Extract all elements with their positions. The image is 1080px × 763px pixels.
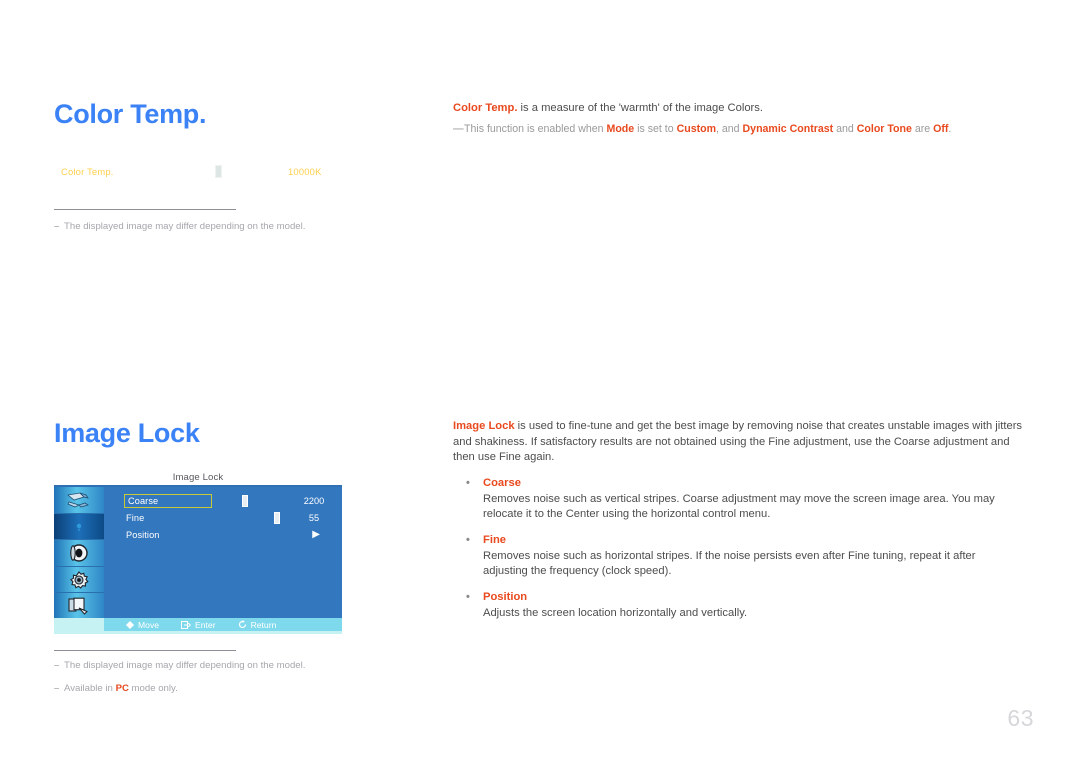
ghost-osd-value: 10000K: [288, 166, 322, 177]
bullet-dot-icon: •: [466, 476, 470, 489]
osd-status-return[interactable]: Return: [238, 619, 277, 630]
chevron-right-icon: ▶: [312, 529, 320, 540]
footnote-dash: –: [54, 660, 60, 671]
footnote-divider-color-temp: [54, 209, 236, 210]
manual-page: Color Temp. Color Temp. 10000K – The disp…: [0, 0, 1080, 763]
bullet-dot-icon: •: [466, 590, 470, 603]
page-number: 63: [1007, 705, 1034, 731]
image-lock-description: Image Lock is used to fine-tune and get …: [453, 419, 1023, 621]
bullet-title-text: Position: [483, 590, 528, 603]
ghost-osd-slider-marker: [215, 165, 222, 178]
dpad-icon: [126, 620, 134, 629]
bullet-body: Removes noise such as horizontal stripes…: [483, 549, 976, 578]
osd-rail-item-screen-adjust[interactable]: [54, 513, 104, 541]
picture-icon: [54, 487, 104, 513]
osd-status-enter[interactable]: Enter: [181, 620, 216, 630]
footnote-divider-image-lock: [54, 650, 236, 651]
footnote-text-before: Available in: [64, 683, 116, 694]
footnote-dash: –: [54, 221, 60, 232]
color-temp-intro-rest: is a measure of the 'warmth' of the imag…: [517, 102, 763, 114]
note-part-10: .: [948, 122, 952, 135]
section-heading-image-lock: Image Lock: [54, 418, 200, 448]
osd-title: Image Lock: [172, 472, 224, 483]
bullet-dot-icon: •: [466, 533, 470, 546]
image-lock-keyword: Image Lock: [453, 420, 515, 432]
bullet-title: • Fine: [453, 532, 1023, 548]
color-temp-intro: Color Temp. is a measure of the 'warmth'…: [453, 101, 1023, 117]
image-lock-intro-rest: is used to fine-tune and get the best im…: [453, 420, 1023, 463]
screen-adjust-icon: [54, 514, 104, 540]
note-part-4: , and: [716, 122, 743, 135]
footnote-color-temp-1: – The displayed image may differ dependin…: [54, 220, 305, 233]
osd-rail-item-multi-control[interactable]: [54, 593, 104, 620]
osd-menu-list: Coarse 2200 Fine 55 Position ▶: [124, 494, 334, 542]
osd-row-value: 2200: [303, 496, 325, 506]
footnote-keyword-pc: PC: [115, 683, 129, 694]
multi-control-icon: [54, 593, 104, 619]
note-part-0: This function is enabled when: [464, 122, 607, 135]
footnote-text: The displayed image may differ depending…: [64, 660, 306, 671]
osd-status-inner: Move Enter Return: [104, 618, 342, 631]
setup-gear-icon: [54, 567, 104, 593]
note-part-9: Off: [933, 122, 949, 135]
color-temp-description: Color Temp. is a measure of the 'warmth'…: [453, 101, 1023, 137]
footnote-dash: –: [54, 683, 60, 694]
footnote-image-lock-2: – Available in PC mode only.: [54, 682, 178, 695]
osd-status-label: Return: [250, 619, 277, 630]
osd-icon-rail: [54, 487, 104, 620]
image-lock-osd-preview: Image Lock Coarse 2200 Fine 55 Position …: [54, 470, 342, 634]
bullet-coarse: • Coarse Removes noise such as vertical s…: [453, 475, 1023, 523]
osd-status-bar: Move Enter Return: [54, 618, 342, 634]
note-part-2: is set to: [634, 122, 677, 135]
bullet-fine: • Fine Removes noise such as horizontal s…: [453, 532, 1023, 580]
osd-status-label: Move: [138, 619, 160, 630]
image-lock-intro: Image Lock is used to fine-tune and get …: [453, 419, 1023, 466]
osd-row-slider-marker[interactable]: [242, 495, 248, 507]
color-temp-keyword: Color Temp.: [453, 102, 518, 114]
color-temp-note: —This function is enabled when Mode is s…: [453, 122, 1023, 137]
color-temp-osd-preview: Color Temp. 10000K: [54, 158, 342, 200]
osd-row-label: Fine: [126, 513, 145, 523]
footnote-text: The displayed image may differ depending…: [64, 221, 306, 232]
osd-body: Coarse 2200 Fine 55 Position ▶: [54, 485, 342, 620]
note-part-1: Mode: [606, 122, 635, 135]
note-part-7: Color Tone: [856, 122, 912, 135]
bullet-body: Removes noise such as vertical stripes. …: [483, 492, 995, 521]
footnote-text-after: mode only.: [128, 683, 178, 694]
bullet-title: • Coarse: [453, 475, 1023, 491]
osd-row-label: Coarse: [128, 496, 159, 506]
return-icon: [238, 620, 247, 629]
osd-row-position[interactable]: Position ▶: [124, 529, 334, 542]
ghost-osd-label: Color Temp.: [61, 166, 114, 177]
osd-rail-item-setup[interactable]: [54, 567, 104, 594]
note-part-6: and: [833, 122, 857, 135]
bullet-body: Adjusts the screen location horizontally…: [483, 606, 748, 619]
bullet-title-text: Coarse: [483, 476, 521, 489]
note-part-8: are: [911, 122, 934, 135]
footnote-image-lock-1: – The displayed image may differ dependin…: [54, 659, 305, 672]
osd-row-slider-marker[interactable]: [274, 512, 280, 524]
osd-rail-item-picture[interactable]: [54, 487, 104, 514]
note-dash: —: [453, 122, 464, 135]
note-part-3: Custom: [676, 122, 717, 135]
note-part-5: Dynamic Contrast: [742, 122, 834, 135]
osd-status-move[interactable]: Move: [126, 620, 159, 630]
osd-row-fine[interactable]: Fine 55: [124, 512, 334, 525]
osd-status-label: Enter: [195, 619, 216, 630]
osd-row-label: Position: [126, 530, 160, 540]
bullet-position: • Position Adjusts the screen location ho…: [453, 589, 1023, 622]
section-heading-color-temp: Color Temp.: [54, 99, 207, 129]
bullet-title-text: Fine: [483, 533, 506, 546]
osd-row-coarse[interactable]: Coarse 2200: [124, 494, 334, 508]
bullet-title: • Position: [453, 589, 1023, 605]
osd-rail-item-sound[interactable]: [54, 540, 104, 567]
enter-icon: [181, 620, 191, 629]
sound-icon: [54, 540, 104, 566]
osd-row-value: 55: [308, 513, 320, 523]
